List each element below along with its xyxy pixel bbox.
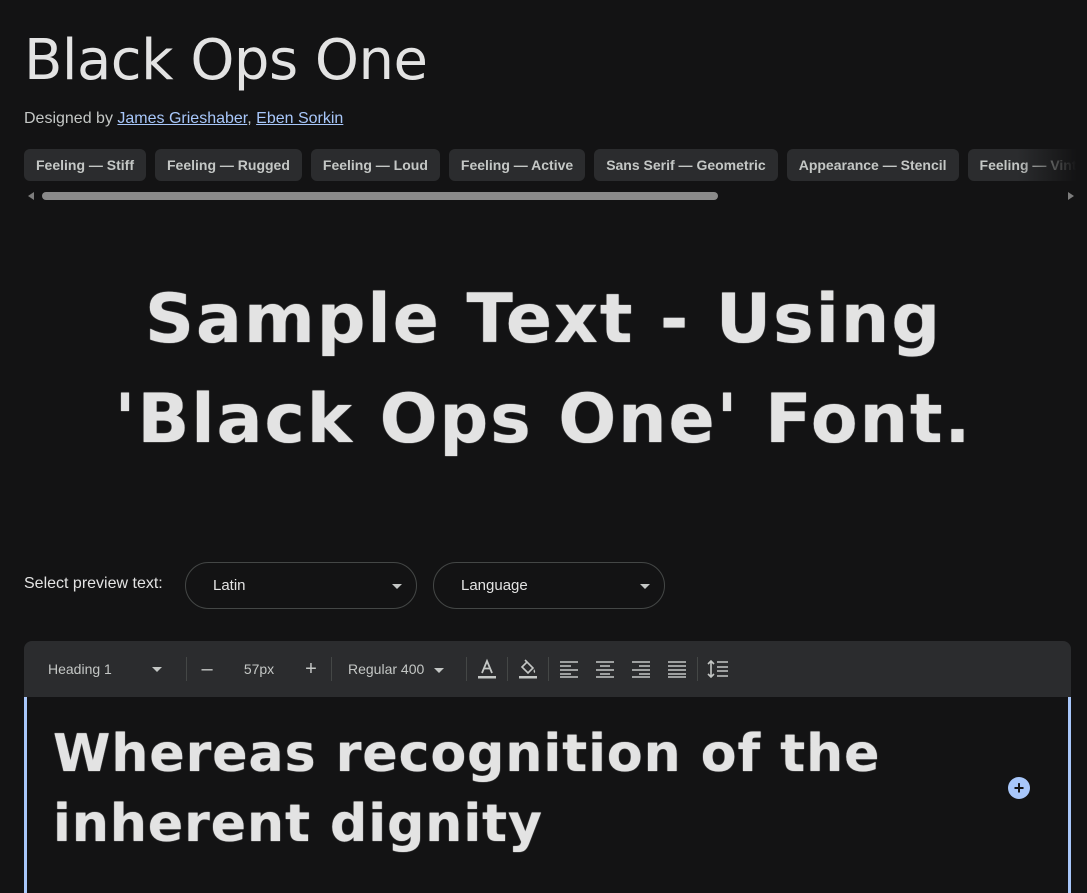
font-weight-value: Regular 400 — [348, 661, 425, 677]
align-right-button[interactable] — [623, 651, 659, 687]
text-style-select[interactable]: Heading 1 — [24, 661, 184, 677]
caret-down-icon — [640, 584, 650, 589]
designer-link-1[interactable]: James Grieshaber — [117, 110, 247, 127]
editor-text-line-1: Whereas recognition of the — [53, 724, 881, 784]
tag-chip[interactable]: Appearance — Stencil — [786, 149, 959, 181]
align-left-icon — [560, 661, 578, 678]
highlight-icon — [519, 659, 537, 679]
script-select[interactable]: Latin — [185, 562, 417, 609]
tags-fade-overlay — [1017, 149, 1087, 181]
scroll-right-arrow-icon[interactable] — [1068, 192, 1074, 200]
scroll-left-arrow-icon[interactable] — [28, 192, 34, 200]
tag-chip[interactable]: Feeling — Stiff — [24, 149, 146, 181]
caret-down-icon — [152, 667, 162, 672]
text-color-icon — [478, 658, 496, 679]
sample-text: Sample Text - Using 'Black Ops One' Font… — [0, 270, 1087, 470]
toolbar-divider — [548, 657, 549, 681]
highlight-color-button[interactable] — [510, 651, 546, 687]
font-weight-select[interactable]: Regular 400 — [334, 661, 464, 677]
designer-link-2[interactable]: Eben Sorkin — [256, 110, 343, 127]
tag-chip[interactable]: Feeling — Rugged — [155, 149, 302, 181]
caret-down-icon — [434, 667, 445, 673]
align-justify-button[interactable] — [659, 651, 695, 687]
toolbar-divider — [507, 657, 508, 681]
toolbar-divider — [331, 657, 332, 681]
toolbar-divider — [466, 657, 467, 681]
tag-list: Feeling — Stiff Feeling — Rugged Feeling… — [24, 149, 1087, 181]
text-color-button[interactable] — [469, 651, 505, 687]
editor-text-line-2: inherent dignity — [53, 794, 543, 854]
text-style-value: Heading 1 — [48, 661, 112, 677]
increase-size-button[interactable]: + — [293, 651, 329, 687]
sample-text-line-1: Sample Text - Using — [145, 280, 942, 359]
align-justify-icon — [668, 661, 686, 678]
tag-chip[interactable]: Feeling — Loud — [310, 149, 440, 181]
font-title: Black Ops One — [24, 28, 428, 93]
add-style-button[interactable]: + — [1008, 777, 1030, 799]
align-center-button[interactable] — [587, 651, 623, 687]
align-left-button[interactable] — [551, 651, 587, 687]
designer-separator: , — [247, 110, 252, 127]
tags-scrollbar[interactable] — [24, 190, 1074, 202]
align-right-icon — [632, 661, 650, 678]
script-select-value: Latin — [213, 577, 246, 594]
caret-down-icon — [392, 584, 402, 589]
line-height-button[interactable] — [700, 651, 736, 687]
toolbar-divider — [186, 657, 187, 681]
toolbar-divider — [697, 657, 698, 681]
font-page: Black Ops One Designed by James Grieshab… — [0, 0, 1087, 893]
sample-text-line-2: 'Black Ops One' Font. — [114, 380, 973, 459]
font-size-value[interactable]: 57px — [225, 661, 293, 677]
designers-line: Designed by James Grieshaber, Eben Sorki… — [24, 110, 343, 128]
language-select-value: Language — [461, 577, 528, 594]
editor-toolbar: Heading 1 – 57px + Regular 400 — [24, 641, 1071, 697]
designed-by-label: Designed by — [24, 110, 113, 127]
preview-editor[interactable]: Whereas recognition of the inherent dign… — [24, 697, 1071, 893]
editor-text[interactable]: Whereas recognition of the inherent dign… — [53, 719, 953, 859]
preview-text-label: Select preview text: — [24, 575, 163, 592]
tag-chip[interactable]: Sans Serif — Geometric — [594, 149, 778, 181]
line-height-icon — [707, 660, 728, 678]
tag-chip[interactable]: Feeling — Active — [448, 149, 586, 181]
language-select[interactable]: Language — [433, 562, 665, 609]
scroll-thumb[interactable] — [42, 192, 718, 200]
decrease-size-button[interactable]: – — [189, 651, 225, 687]
align-center-icon — [596, 661, 614, 678]
